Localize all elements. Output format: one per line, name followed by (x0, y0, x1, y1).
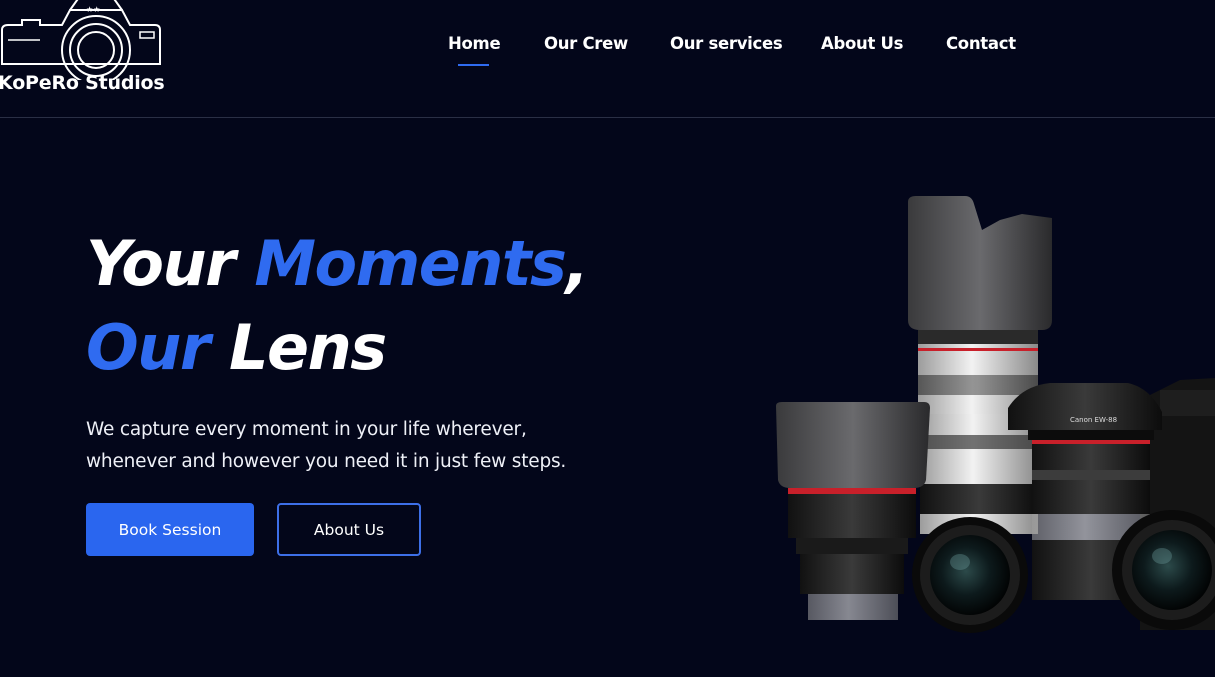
hero-title-word-2: Lens (208, 311, 387, 384)
hero-description: We capture every moment in your life whe… (86, 419, 567, 472)
page: ★★ KoPeRo Studios Home Our Crew Our serv… (0, 0, 1215, 677)
nav-item-contact[interactable]: Contact (946, 34, 1016, 53)
hero-title-line-1: Your Moments, (86, 222, 589, 306)
book-session-button[interactable]: Book Session (86, 503, 254, 556)
hero-title-highlight-2: Our (86, 311, 210, 384)
hero-title: Your Moments, Our Lens (86, 222, 589, 390)
hero-title-highlight: Moments (254, 227, 567, 300)
camera-lenses-image: Canon EW-88 (760, 190, 1215, 640)
hero-title-line-2: Our Lens (86, 306, 588, 390)
hero-title-word: Your (86, 227, 255, 300)
about-us-button[interactable]: About Us (277, 503, 421, 556)
main-nav: Home Our Crew Our services About Us Cont… (0, 34, 1215, 74)
svg-text:★★: ★★ (86, 5, 100, 14)
site-header: ★★ KoPeRo Studios Home Our Crew Our serv… (0, 0, 1215, 118)
hero-title-comma: , (565, 227, 589, 300)
nav-item-about-us[interactable]: About Us (821, 34, 903, 53)
svg-text:Canon EW-88: Canon EW-88 (1070, 416, 1117, 424)
brand-name: KoPeRo Studios (0, 72, 165, 94)
nav-item-our-services[interactable]: Our services (670, 34, 783, 53)
nav-item-our-crew[interactable]: Our Crew (544, 34, 628, 53)
nav-item-home[interactable]: Home (448, 34, 501, 53)
nav-active-indicator (458, 64, 489, 66)
